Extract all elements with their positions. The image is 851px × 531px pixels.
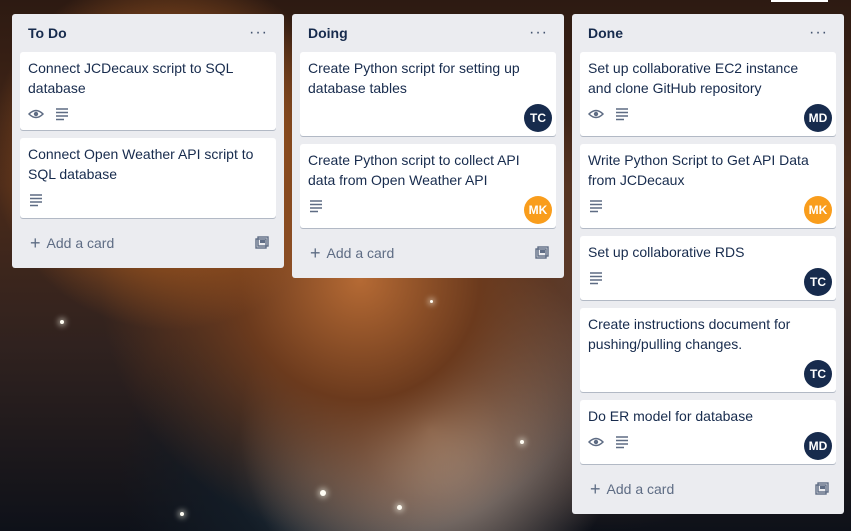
description-icon	[588, 198, 604, 214]
card[interactable]: Connect Open Weather API script to SQL d…	[20, 138, 276, 218]
list-menu-button[interactable]: ···	[809, 25, 828, 41]
list-menu-button[interactable]: ···	[249, 25, 268, 41]
plus-icon: +	[30, 233, 41, 253]
description-icon	[614, 434, 630, 450]
card-template-icon[interactable]	[534, 245, 550, 261]
background-star	[60, 320, 64, 324]
card-title: Create instructions document for pushing…	[588, 316, 791, 352]
plus-icon: +	[590, 479, 601, 499]
card[interactable]: Do ER model for database MD	[580, 400, 836, 464]
list-header: Done ···	[580, 14, 836, 52]
card[interactable]: Create Python script to collect API data…	[300, 144, 556, 228]
add-card-button[interactable]: + Add a card	[590, 480, 674, 498]
card-title: Connect JCDecaux script to SQL database	[28, 60, 233, 96]
description-icon	[588, 270, 604, 286]
background-star	[520, 440, 524, 444]
card[interactable]: Connect JCDecaux script to SQL database	[20, 52, 276, 130]
card-badges	[588, 194, 828, 218]
header-button-edge	[771, 0, 828, 2]
list-to-do: To Do ··· Connect JCDecaux script to SQL…	[12, 14, 284, 268]
list-menu-button[interactable]: ···	[529, 25, 548, 41]
description-icon	[308, 198, 324, 214]
card-title: Create Python script to collect API data…	[308, 152, 520, 188]
avatar[interactable]: TC	[804, 268, 832, 296]
card[interactable]: Create Python script for setting up data…	[300, 52, 556, 136]
card[interactable]: Set up collaborative EC2 instance and cl…	[580, 52, 836, 136]
background-star	[180, 512, 184, 516]
card[interactable]: Write Python Script to Get API Data from…	[580, 144, 836, 228]
card-title: Set up collaborative RDS	[588, 244, 745, 260]
card-template-icon[interactable]	[814, 481, 830, 497]
description-icon	[28, 192, 44, 208]
description-icon	[54, 106, 70, 122]
card[interactable]: Set up collaborative RDS TC	[580, 236, 836, 300]
add-card-label: Add a card	[46, 235, 115, 251]
list-doing: Doing ··· Create Python script for setti…	[292, 14, 564, 278]
background-star	[430, 300, 433, 303]
add-card-label: Add a card	[606, 481, 675, 497]
card-title: Connect Open Weather API script to SQL d…	[28, 146, 254, 182]
list-header: To Do ···	[20, 14, 276, 52]
card[interactable]: Create instructions document for pushing…	[580, 308, 836, 392]
card-badges	[588, 266, 828, 290]
list-title[interactable]: To Do	[28, 25, 67, 41]
card-badges	[28, 102, 268, 126]
card-badges	[588, 102, 828, 126]
avatar[interactable]: MK	[524, 196, 552, 224]
list-title[interactable]: Done	[588, 25, 623, 41]
avatar[interactable]: MK	[804, 196, 832, 224]
card-title: Create Python script for setting up data…	[308, 60, 520, 96]
eye-icon	[588, 106, 604, 122]
plus-icon: +	[310, 243, 321, 263]
avatar[interactable]: MD	[804, 104, 832, 132]
card-title: Write Python Script to Get API Data from…	[588, 152, 809, 188]
add-card-button[interactable]: + Add a card	[310, 244, 394, 262]
list-footer: + Add a card	[300, 236, 556, 270]
list-footer: + Add a card	[20, 226, 276, 260]
add-card-button[interactable]: + Add a card	[30, 234, 114, 252]
list-footer: + Add a card	[580, 472, 836, 506]
eye-icon	[588, 434, 604, 450]
list-title[interactable]: Doing	[308, 25, 348, 41]
list-done: Done ··· Set up collaborative EC2 instan…	[572, 14, 844, 514]
add-card-label: Add a card	[326, 245, 395, 261]
card-template-icon[interactable]	[254, 235, 270, 251]
card-title: Set up collaborative EC2 instance and cl…	[588, 60, 799, 96]
avatar[interactable]: MD	[804, 432, 832, 460]
background-star	[397, 505, 402, 510]
card-badges	[308, 194, 548, 218]
description-icon	[614, 106, 630, 122]
avatar[interactable]: TC	[524, 104, 552, 132]
card-title: Do ER model for database	[588, 408, 753, 424]
card-badges	[28, 188, 268, 212]
list-header: Doing ···	[300, 14, 556, 52]
eye-icon	[28, 106, 44, 122]
avatar[interactable]: TC	[804, 360, 832, 388]
card-badges	[588, 430, 828, 454]
background-star	[320, 490, 326, 496]
